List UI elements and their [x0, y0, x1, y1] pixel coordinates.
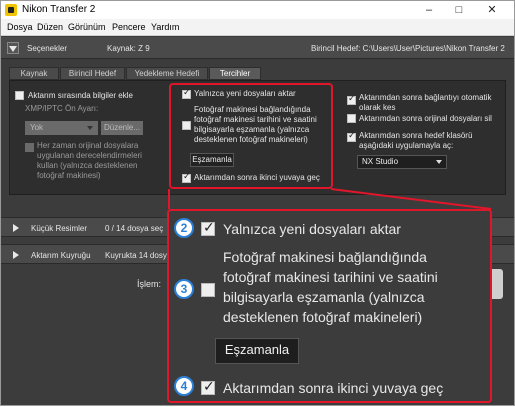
zoom-new-files-label: Yalnızca yeni dosyaları aktar: [223, 221, 401, 237]
zoom-sync-checkbox[interactable]: [201, 283, 215, 297]
zoom-secondary-slot-checkbox[interactable]: [201, 379, 215, 395]
callout-badge-3: 3: [174, 279, 194, 299]
zoom-sync-line-2: fotoğraf makinesi tarihini ve saatini: [223, 269, 438, 285]
nikon-transfer-window: Nikon Transfer 2 – □ ✕ Dosya Düzen Görün…: [0, 0, 515, 406]
zoom-sync-button[interactable]: Eşzamanla: [215, 338, 299, 364]
callout-badge-4: 4: [174, 376, 194, 396]
zoom-sync-line-4: desteklenen fotoğraf makineleri): [223, 309, 423, 325]
zoom-callout: Yalnızca yeni dosyaları aktar Fotoğraf m…: [167, 209, 492, 403]
callout-badge-2: 2: [174, 218, 194, 238]
zoom-sync-line-1: Fotoğraf makinesi bağlandığında: [223, 249, 427, 265]
zoom-sync-line-3: bilgisayarla eşzamanla (yalnızca: [223, 289, 425, 305]
zoom-new-files-checkbox[interactable]: [201, 220, 215, 236]
zoom-secondary-slot-label: Aktarımdan sonra ikinci yuvaya geç: [223, 380, 444, 396]
